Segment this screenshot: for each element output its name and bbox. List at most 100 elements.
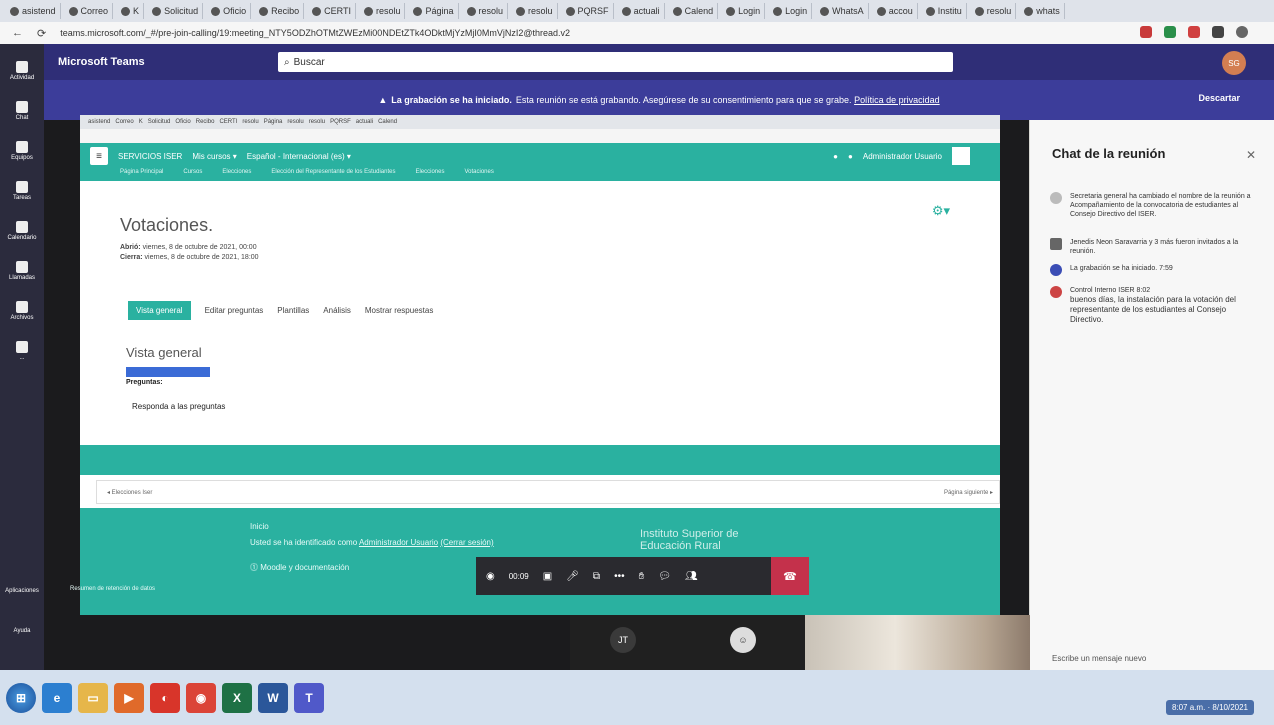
breadcrumb-item[interactable]: Votaciones xyxy=(464,169,493,181)
my-courses[interactable]: Mis cursos ▾ xyxy=(192,152,236,161)
gear-icon[interactable]: ⚙▾ xyxy=(932,203,950,219)
browser-tab[interactable]: resolu xyxy=(360,3,406,19)
browser-tab[interactable]: PQRSF xyxy=(562,3,614,19)
rail-item[interactable]: Llamadas xyxy=(0,254,44,288)
share-screen-icon[interactable]: ⧉ xyxy=(593,571,600,582)
chat-event-text: Secretaria general ha cambiado el nombre… xyxy=(1070,193,1251,218)
extension-icon[interactable] xyxy=(1140,26,1152,38)
chrome-icon[interactable]: ◉ xyxy=(186,682,216,713)
rail-label: ... xyxy=(19,355,25,361)
reload-icon[interactable]: ⟳ xyxy=(37,27,46,40)
user-menu[interactable]: Administrador Usuario xyxy=(863,152,942,161)
folder-icon[interactable]: ▭ xyxy=(78,682,108,713)
participants-icon[interactable]: 👥︎ xyxy=(685,571,698,582)
media-icon[interactable]: ▶ xyxy=(114,682,144,713)
browser-tab[interactable]: Login xyxy=(769,3,813,19)
dismiss-button[interactable]: Descartar xyxy=(1198,93,1240,103)
rail-item[interactable]: Calendario xyxy=(0,214,44,248)
extension-icon[interactable] xyxy=(1188,26,1200,38)
language-selector[interactable]: Español - Internacional (es) ▾ xyxy=(247,152,351,161)
microphone-icon[interactable]: 🎤︎ xyxy=(566,571,579,582)
tab-label: WhatsA xyxy=(832,6,864,16)
rail-item[interactable]: Equipos xyxy=(0,134,44,168)
hang-up-button[interactable]: ☎ xyxy=(771,557,809,595)
user-avatar[interactable] xyxy=(952,147,970,165)
search-input[interactable]: ⌕ Buscar xyxy=(278,52,953,72)
feedback-tab[interactable]: Análisis xyxy=(323,306,351,315)
rail-item[interactable]: Aplicaciones xyxy=(0,574,44,608)
browser-tab[interactable]: actuali xyxy=(618,3,665,19)
data-retention-link[interactable]: Resumen de retención de datos xyxy=(70,586,155,592)
teams-icon[interactable]: T xyxy=(294,682,324,713)
raise-hand-icon[interactable]: ✋︎ xyxy=(639,571,645,582)
moodle-docs-link[interactable]: ⓵ Moodle y documentación xyxy=(250,562,349,573)
browser-tab[interactable]: Correo xyxy=(65,3,114,19)
feedback-tab[interactable]: Mostrar respuestas xyxy=(365,306,433,315)
puzzle-icon[interactable] xyxy=(1212,26,1224,38)
profile-icon[interactable] xyxy=(1236,26,1248,38)
participant-avatar-icon[interactable]: ☺ xyxy=(730,627,756,653)
shared-tab: Página xyxy=(263,119,283,125)
browser-tab[interactable]: Login xyxy=(722,3,766,19)
feedback-tab[interactable]: Editar preguntas xyxy=(205,306,264,315)
prev-activity-link[interactable]: ◂ Elecciones Iser xyxy=(107,489,152,496)
browser-tab[interactable]: WhatsA xyxy=(816,3,869,19)
breadcrumb-item[interactable]: Elecciones xyxy=(415,169,444,181)
system-clock[interactable]: 8:07 a.m. · 8/10/2021 xyxy=(1165,700,1254,715)
browser-tab[interactable]: whats xyxy=(1020,3,1065,19)
rail-item[interactable]: Ayuda xyxy=(0,614,44,648)
excel-icon[interactable]: X xyxy=(222,682,252,713)
browser-tab[interactable]: resolu xyxy=(463,3,509,19)
browser-tab[interactable]: accou xyxy=(873,3,918,19)
chat-toggle-icon[interactable]: 💬︎ xyxy=(658,571,671,582)
rail-item[interactable]: Chat xyxy=(0,94,44,128)
respond-link[interactable]: Responda a las preguntas xyxy=(132,402,225,411)
logout-link[interactable]: (Cerrar sesión) xyxy=(440,538,493,547)
rail-icon xyxy=(16,341,28,353)
chat-icon[interactable]: ● xyxy=(848,152,853,161)
rail-item[interactable]: Archivos xyxy=(0,294,44,328)
footer-user-link[interactable]: Administrador Usuario xyxy=(359,538,438,547)
browser-tab[interactable]: resolu xyxy=(512,3,558,19)
browser-tab[interactable]: Calend xyxy=(669,3,719,19)
site-name[interactable]: SERVICIOS ISER xyxy=(118,152,182,161)
privacy-link[interactable]: Política de privacidad xyxy=(854,95,940,105)
feedback-tab[interactable]: Vista general xyxy=(128,301,191,320)
close-icon[interactable]: ✕ xyxy=(1246,148,1256,162)
browser-tab[interactable]: Oficio xyxy=(207,3,252,19)
browser-tab[interactable]: Solicitud xyxy=(148,3,204,19)
browser-tab[interactable]: Página xyxy=(409,3,459,19)
word-icon[interactable]: W xyxy=(258,682,288,713)
ie-icon[interactable]: e xyxy=(42,682,72,713)
browser-tab[interactable]: Recibo xyxy=(255,3,305,19)
extension-icon[interactable] xyxy=(1164,26,1176,38)
breadcrumb-item[interactable]: Cursos xyxy=(183,169,202,181)
avatar[interactable]: SG xyxy=(1222,51,1246,75)
browser-tab[interactable]: K xyxy=(117,3,145,19)
browser-tab[interactable]: Institu xyxy=(922,3,967,19)
rail-item[interactable]: Tareas xyxy=(0,174,44,208)
firefox-icon[interactable]: ◐ xyxy=(150,682,180,713)
next-activity-link[interactable]: Página siguiente ▸ xyxy=(944,489,993,496)
bell-icon[interactable]: ● xyxy=(833,152,838,161)
rail-item[interactable]: Actividad xyxy=(0,54,44,88)
start-icon[interactable]: ⊞ xyxy=(6,682,36,713)
message-input[interactable]: Escribe un mensaje nuevo xyxy=(1052,654,1146,663)
rail-item[interactable]: ... xyxy=(0,334,44,368)
camera-icon[interactable]: ▣ xyxy=(543,571,552,582)
back-icon[interactable]: ← xyxy=(12,27,23,39)
participant-jt[interactable]: JT xyxy=(610,627,636,653)
browser-tab[interactable]: asistend xyxy=(6,3,61,19)
url-text[interactable]: teams.microsoft.com/_#/pre-join-calling/… xyxy=(60,28,570,38)
participant-video[interactable] xyxy=(805,615,1030,670)
menu-icon[interactable]: ≡ xyxy=(90,147,108,165)
feedback-tab[interactable]: Plantillas xyxy=(277,306,309,315)
more-icon[interactable]: ••• xyxy=(614,571,625,582)
meeting-chat-panel: Chat de la reunión ✕ Secretaria general … xyxy=(1030,120,1274,683)
browser-tab[interactable]: resolu xyxy=(971,3,1017,19)
breadcrumb-item[interactable]: Página Principal xyxy=(120,169,163,181)
footer-home[interactable]: Inicio xyxy=(250,522,269,531)
browser-tab[interactable]: CERTI xyxy=(308,3,356,19)
breadcrumb-item[interactable]: Elecciones xyxy=(222,169,251,181)
breadcrumb-item[interactable]: Elección del Representante de los Estudi… xyxy=(271,169,395,181)
